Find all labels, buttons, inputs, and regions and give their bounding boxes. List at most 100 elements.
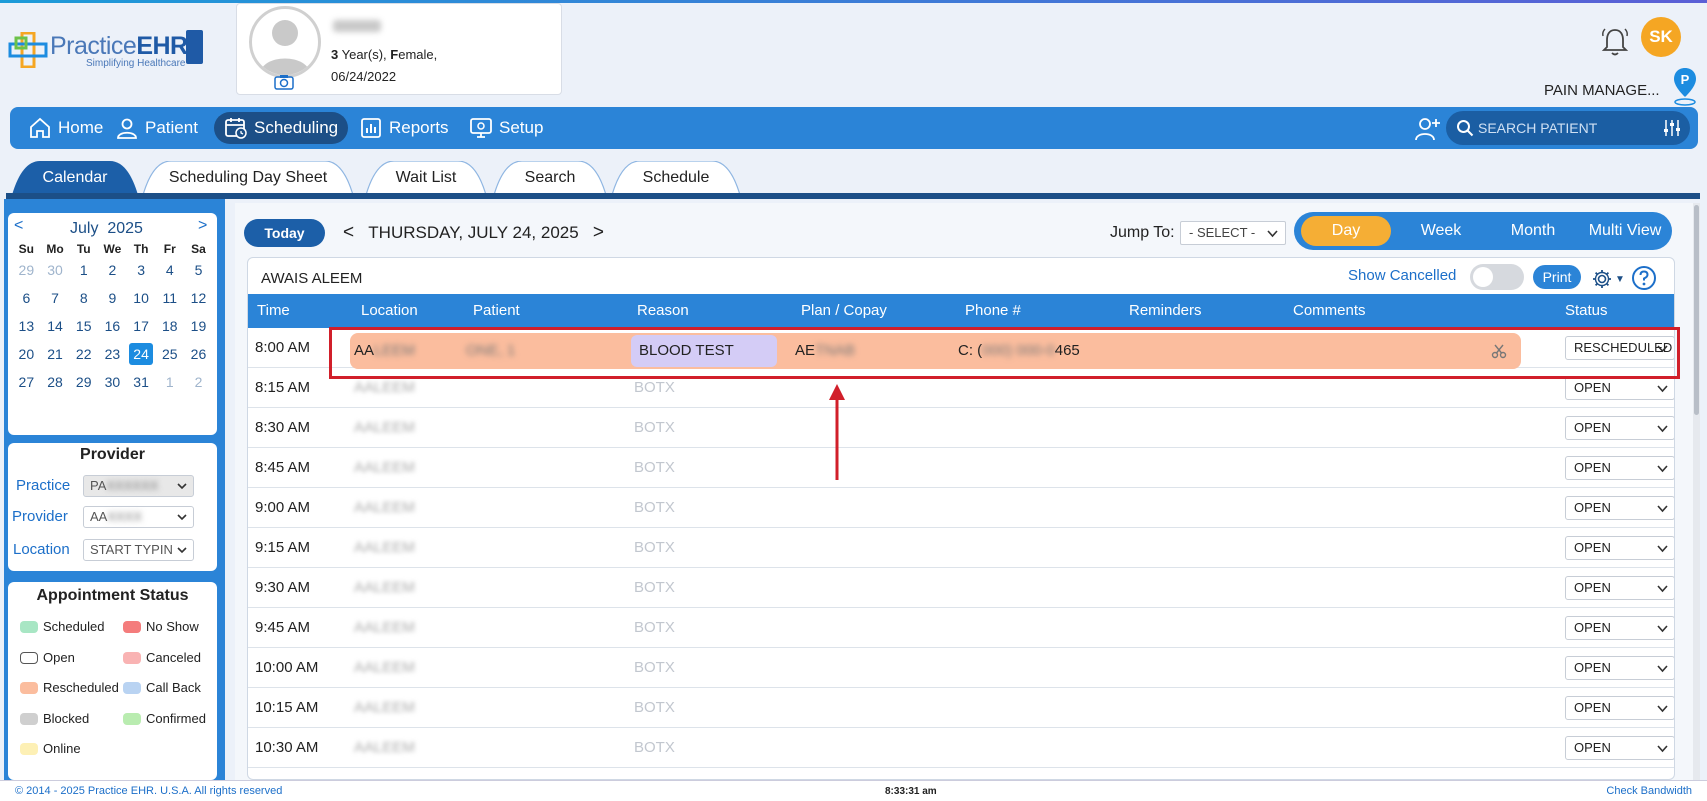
user-avatar[interactable]: SK <box>1641 17 1681 57</box>
practice-ehr-logo[interactable]: PracticeEHR Simplifying Healthcare <box>6 28 206 72</box>
provider-select[interactable]: AAXXXX <box>83 506 194 528</box>
calendar-day[interactable]: 5 <box>184 257 213 285</box>
calendar-day[interactable]: 30 <box>41 257 70 285</box>
appointment-row-open[interactable]: 8:45 AM AALEEM BOTX OPEN <box>248 448 1674 488</box>
next-day-button[interactable]: > <box>593 222 604 243</box>
calendar-day[interactable]: 8 <box>69 285 98 313</box>
tab-scheduling-day-sheet[interactable]: Scheduling Day Sheet <box>143 161 353 195</box>
status-select[interactable]: OPEN <box>1565 736 1674 760</box>
calendar-day[interactable]: 31 <box>127 369 156 397</box>
scrollbar-thumb[interactable] <box>1694 205 1699 415</box>
practice-select[interactable]: PAXXXXXX <box>83 475 194 497</box>
calendar-day[interactable]: 11 <box>155 285 184 313</box>
calendar-day[interactable]: 7 <box>41 285 70 313</box>
calendar-day[interactable]: 20 <box>12 341 41 369</box>
calendar-month-year[interactable]: July 2025 <box>70 220 143 238</box>
calendar-day[interactable]: 4 <box>155 257 184 285</box>
appointment-row-open[interactable]: 10:00 AM AALEEM BOTX OPEN <box>248 648 1674 688</box>
calendar-prev-month[interactable]: < <box>14 217 23 235</box>
patient-search[interactable] <box>1446 111 1690 145</box>
today-button[interactable]: Today <box>244 219 325 247</box>
location-select[interactable]: START TYPIN <box>83 539 194 561</box>
show-cancelled-toggle[interactable] <box>1470 264 1524 290</box>
col-reminders[interactable]: Reminders <box>1129 294 1202 328</box>
calendar-day[interactable]: 19 <box>184 313 213 341</box>
calendar-day[interactable]: 15 <box>69 313 98 341</box>
print-button[interactable]: Print <box>1533 265 1581 289</box>
calendar-day[interactable]: 1 <box>155 369 184 397</box>
calendar-day[interactable]: 10 <box>127 285 156 313</box>
practice-name[interactable]: PAIN MANAGE... <box>1544 82 1660 99</box>
calendar-day[interactable]: 29 <box>69 369 98 397</box>
calendar-day[interactable]: 30 <box>98 369 127 397</box>
calendar-day[interactable]: 22 <box>69 341 98 369</box>
calendar-day[interactable]: 14 <box>41 313 70 341</box>
check-bandwidth-link[interactable]: Check Bandwidth <box>1606 785 1692 797</box>
appointment-row-open[interactable]: 9:30 AM AALEEM BOTX OPEN <box>248 568 1674 608</box>
view-month[interactable]: Month <box>1488 216 1578 246</box>
col-phone[interactable]: Phone # <box>965 294 1021 328</box>
status-select[interactable]: OPEN <box>1565 496 1674 520</box>
notification-bell-icon[interactable] <box>1600 26 1630 58</box>
status-select[interactable]: OPEN <box>1565 376 1674 400</box>
calendar-day[interactable]: 21 <box>41 341 70 369</box>
appointment-row-open[interactable]: 10:15 AM AALEEM BOTX OPEN <box>248 688 1674 728</box>
appointment-row-open[interactable]: 8:30 AM AALEEM BOTX OPEN <box>248 408 1674 448</box>
appointment-row-open[interactable]: 9:15 AM AALEEM BOTX OPEN <box>248 528 1674 568</box>
calendar-day[interactable]: 13 <box>12 313 41 341</box>
appointment-row-open[interactable]: 9:45 AM AALEEM BOTX OPEN <box>248 608 1674 648</box>
status-select[interactable]: OPEN <box>1565 416 1674 440</box>
col-status[interactable]: Status <box>1565 294 1608 328</box>
main-scrollbar[interactable] <box>1693 203 1700 780</box>
nav-home[interactable]: Home <box>18 112 113 144</box>
view-week[interactable]: Week <box>1396 216 1486 246</box>
jump-to-select[interactable]: - SELECT - <box>1180 221 1286 245</box>
search-patient-input[interactable] <box>1478 117 1648 139</box>
calendar-day[interactable]: 1 <box>69 257 98 285</box>
calendar-day[interactable]: 29 <box>12 257 41 285</box>
calendar-next-month[interactable]: > <box>198 217 207 235</box>
calendar-day[interactable]: 6 <box>12 285 41 313</box>
filter-sliders-icon[interactable] <box>1662 119 1682 137</box>
col-comments[interactable]: Comments <box>1293 294 1366 328</box>
patient-card[interactable]: 3 Year(s), Female, 06/24/2022 <box>236 3 562 95</box>
calendar-day[interactable]: 2 <box>184 369 213 397</box>
tab-calendar[interactable]: Calendar <box>12 161 138 195</box>
calendar-day[interactable]: 26 <box>184 341 213 369</box>
col-location[interactable]: Location <box>361 294 418 328</box>
calendar-day-selected[interactable]: 24 <box>127 341 156 369</box>
gear-icon[interactable] <box>1591 268 1613 290</box>
help-icon[interactable] <box>1631 265 1657 291</box>
status-select[interactable]: OPEN <box>1565 576 1674 600</box>
nav-patient[interactable]: Patient <box>105 112 208 144</box>
prev-day-button[interactable]: < <box>343 222 354 243</box>
settings-dropdown-caret[interactable]: ▼ <box>1615 274 1625 285</box>
appointment-row-open[interactable]: 10:30 AM AALEEM BOTX OPEN <box>248 728 1674 768</box>
camera-icon[interactable] <box>274 74 294 90</box>
tab-schedule[interactable]: Schedule <box>612 161 740 195</box>
nav-scheduling[interactable]: Scheduling <box>214 112 349 144</box>
col-reason[interactable]: Reason <box>637 294 689 328</box>
status-select[interactable]: OPEN <box>1565 536 1674 560</box>
calendar-day[interactable]: 25 <box>155 341 184 369</box>
calendar-day[interactable]: 9 <box>98 285 127 313</box>
tab-wait-list[interactable]: Wait List <box>366 161 486 195</box>
tab-search[interactable]: Search <box>494 161 606 195</box>
col-plan-copay[interactable]: Plan / Copay <box>801 294 887 328</box>
col-patient[interactable]: Patient <box>473 294 520 328</box>
calendar-day[interactable]: 12 <box>184 285 213 313</box>
appointment-row-open[interactable]: 9:00 AM AALEEM BOTX OPEN <box>248 488 1674 528</box>
location-pin-icon[interactable]: P <box>1672 67 1698 107</box>
calendar-day[interactable]: 16 <box>98 313 127 341</box>
calendar-day[interactable]: 3 <box>127 257 156 285</box>
view-multi[interactable]: Multi View <box>1580 216 1670 246</box>
status-select[interactable]: OPEN <box>1565 456 1674 480</box>
nav-setup[interactable]: Setup <box>459 112 553 144</box>
calendar-day[interactable]: 18 <box>155 313 184 341</box>
add-patient-icon[interactable] <box>1415 116 1441 142</box>
calendar-day[interactable]: 28 <box>41 369 70 397</box>
nav-reports[interactable]: Reports <box>349 112 459 144</box>
status-select[interactable]: OPEN <box>1565 696 1674 720</box>
calendar-day[interactable]: 17 <box>127 313 156 341</box>
calendar-day[interactable]: 27 <box>12 369 41 397</box>
